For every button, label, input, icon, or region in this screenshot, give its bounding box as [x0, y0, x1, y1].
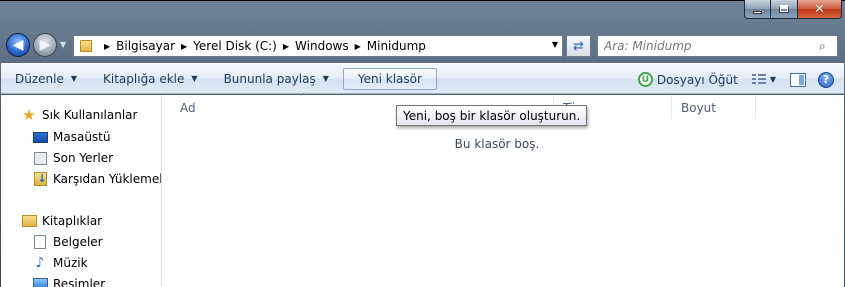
sidebar-item-downloads[interactable]: Karşıdan Yüklemeler — [32, 169, 161, 189]
preview-pane-icon[interactable] — [790, 72, 806, 87]
recommend-label: Dosyayı Öğüt — [656, 72, 738, 87]
command-bar-right: U Dosyayı Öğüt ▼ ? — [634, 64, 844, 95]
view-options-icon[interactable] — [751, 73, 766, 86]
close-icon: ✕ — [814, 1, 825, 17]
search-icon[interactable]: ⌕ — [819, 39, 837, 54]
documents-icon — [32, 234, 48, 250]
recommend-icon: U — [637, 72, 653, 87]
breadcrumb: ▶ Bilgisayar ▶ Yerel Disk (C:) ▶ Windows… — [98, 39, 426, 53]
navigation-pane[interactable]: ★ Sık Kullanılanlar Masaüstü Son Yerler … — [1, 95, 162, 287]
empty-folder-message: Bu klasör boş. — [454, 137, 540, 151]
recent-places-icon — [32, 150, 48, 166]
breadcrumb-arrow-icon[interactable]: ▶ — [104, 42, 110, 51]
address-bar[interactable]: ▶ Bilgisayar ▶ Yerel Disk (C:) ▶ Windows… — [73, 35, 563, 57]
sidebar-item-desktop[interactable]: Masaüstü — [32, 127, 110, 147]
sidebar-item-music[interactable]: ♪ Müzik — [32, 253, 88, 273]
sidebar-item-pictures[interactable]: Resimler — [32, 274, 105, 287]
address-dropdown-icon[interactable]: ▼ — [552, 40, 558, 49]
column-divider[interactable] — [671, 95, 672, 119]
folder-icon — [80, 40, 92, 52]
window-frame: ✕ ◀ ▶ ▼ ▶ Bilgisayar ▶ Yerel Disk (C:) ▶… — [0, 0, 845, 287]
back-button[interactable]: ◀ — [6, 33, 30, 57]
share-with-label: Bununla paylaş — [223, 71, 316, 86]
column-divider[interactable] — [755, 95, 756, 119]
sidebar-item-libraries[interactable]: Kitaplıklar — [21, 211, 102, 231]
new-folder-label: Yeni klasör — [357, 71, 422, 86]
help-icon[interactable]: ? — [818, 71, 834, 88]
sort-ascending-icon: ^ — [300, 92, 307, 101]
sidebar-item-label: Son Yerler — [53, 151, 114, 165]
refresh-button[interactable]: ⇄ — [566, 35, 591, 57]
forward-arrow-icon: ▶ — [39, 37, 51, 53]
recommend-file-button[interactable]: U Dosyayı Öğüt — [634, 69, 742, 91]
maximize-button[interactable] — [771, 0, 798, 19]
music-icon: ♪ — [35, 255, 45, 271]
sidebar-item-recent-places[interactable]: Son Yerler — [32, 148, 113, 168]
star-icon: ★ — [22, 106, 36, 124]
breadcrumb-arrow-icon[interactable]: ▶ — [355, 42, 361, 51]
sidebar-item-label: Karşıdan Yüklemeler — [53, 172, 161, 186]
breadcrumb-local-disk[interactable]: Yerel Disk (C:) — [193, 39, 277, 53]
frame-edge — [0, 0, 845, 1]
new-folder-button[interactable]: Yeni klasör — [342, 67, 437, 90]
back-arrow-icon: ◀ — [12, 37, 24, 53]
column-header-name[interactable]: Ad — [180, 95, 196, 120]
sidebar-item-label: Resimler — [53, 277, 106, 287]
refresh-icon: ⇄ — [573, 38, 584, 54]
pictures-icon — [32, 276, 48, 287]
breadcrumb-computer[interactable]: Bilgisayar — [116, 39, 175, 53]
breadcrumb-arrow-icon[interactable]: ▶ — [283, 42, 289, 51]
libraries-icon — [21, 213, 37, 229]
navigation-row: ◀ ▶ ▼ ▶ Bilgisayar ▶ Yerel Disk (C:) ▶ W… — [0, 27, 845, 61]
close-button[interactable]: ✕ — [798, 0, 842, 19]
maximize-icon — [779, 5, 789, 13]
sidebar-item-label: Belgeler — [53, 235, 103, 249]
sidebar-item-label: Kitaplıklar — [42, 214, 103, 228]
forward-button[interactable]: ▶ — [33, 33, 57, 57]
new-folder-tooltip: Yeni, boş bir klasör oluşturun. — [396, 105, 588, 126]
search-input[interactable] — [598, 37, 819, 55]
organize-button[interactable]: Düzenle ▼ — [7, 68, 85, 90]
breadcrumb-windows[interactable]: Windows — [295, 39, 349, 53]
command-bar: Düzenle ▼ Kitaplığa ekle ▼ Bununla paylaş ▼… — [1, 63, 844, 94]
breadcrumb-minidump[interactable]: Minidump — [367, 39, 426, 53]
chevron-down-icon: ▼ — [70, 74, 78, 83]
search-box[interactable]: ⌕ — [597, 35, 838, 57]
column-header-size[interactable]: Boyut — [681, 95, 716, 120]
breadcrumb-arrow-icon[interactable]: ▶ — [181, 42, 187, 51]
recent-pages-dropdown[interactable]: ▼ — [60, 40, 70, 50]
sidebar-item-label: Müzik — [53, 256, 88, 270]
include-in-library-button[interactable]: Kitaplığa ekle ▼ — [95, 68, 206, 90]
chevron-down-icon: ▼ — [191, 74, 198, 83]
sidebar-item-label: Sık Kullanılanlar — [42, 108, 138, 122]
include-library-label: Kitaplığa ekle — [103, 71, 185, 86]
sidebar-item-label: Masaüstü — [53, 130, 111, 144]
organize-label: Düzenle — [15, 71, 64, 86]
caption-buttons: ✕ — [744, 0, 842, 19]
view-dropdown-icon[interactable]: ▼ — [770, 75, 776, 84]
downloads-icon — [32, 171, 48, 187]
desktop-icon — [32, 129, 48, 145]
sidebar-item-documents[interactable]: Belgeler — [32, 232, 103, 252]
minimize-icon — [753, 10, 762, 14]
chevron-down-icon: ▼ — [322, 74, 329, 83]
minimize-button[interactable] — [744, 0, 771, 19]
sidebar-item-favorites[interactable]: ★ Sık Kullanılanlar — [21, 105, 137, 125]
share-with-button[interactable]: Bununla paylaş ▼ — [216, 68, 337, 90]
